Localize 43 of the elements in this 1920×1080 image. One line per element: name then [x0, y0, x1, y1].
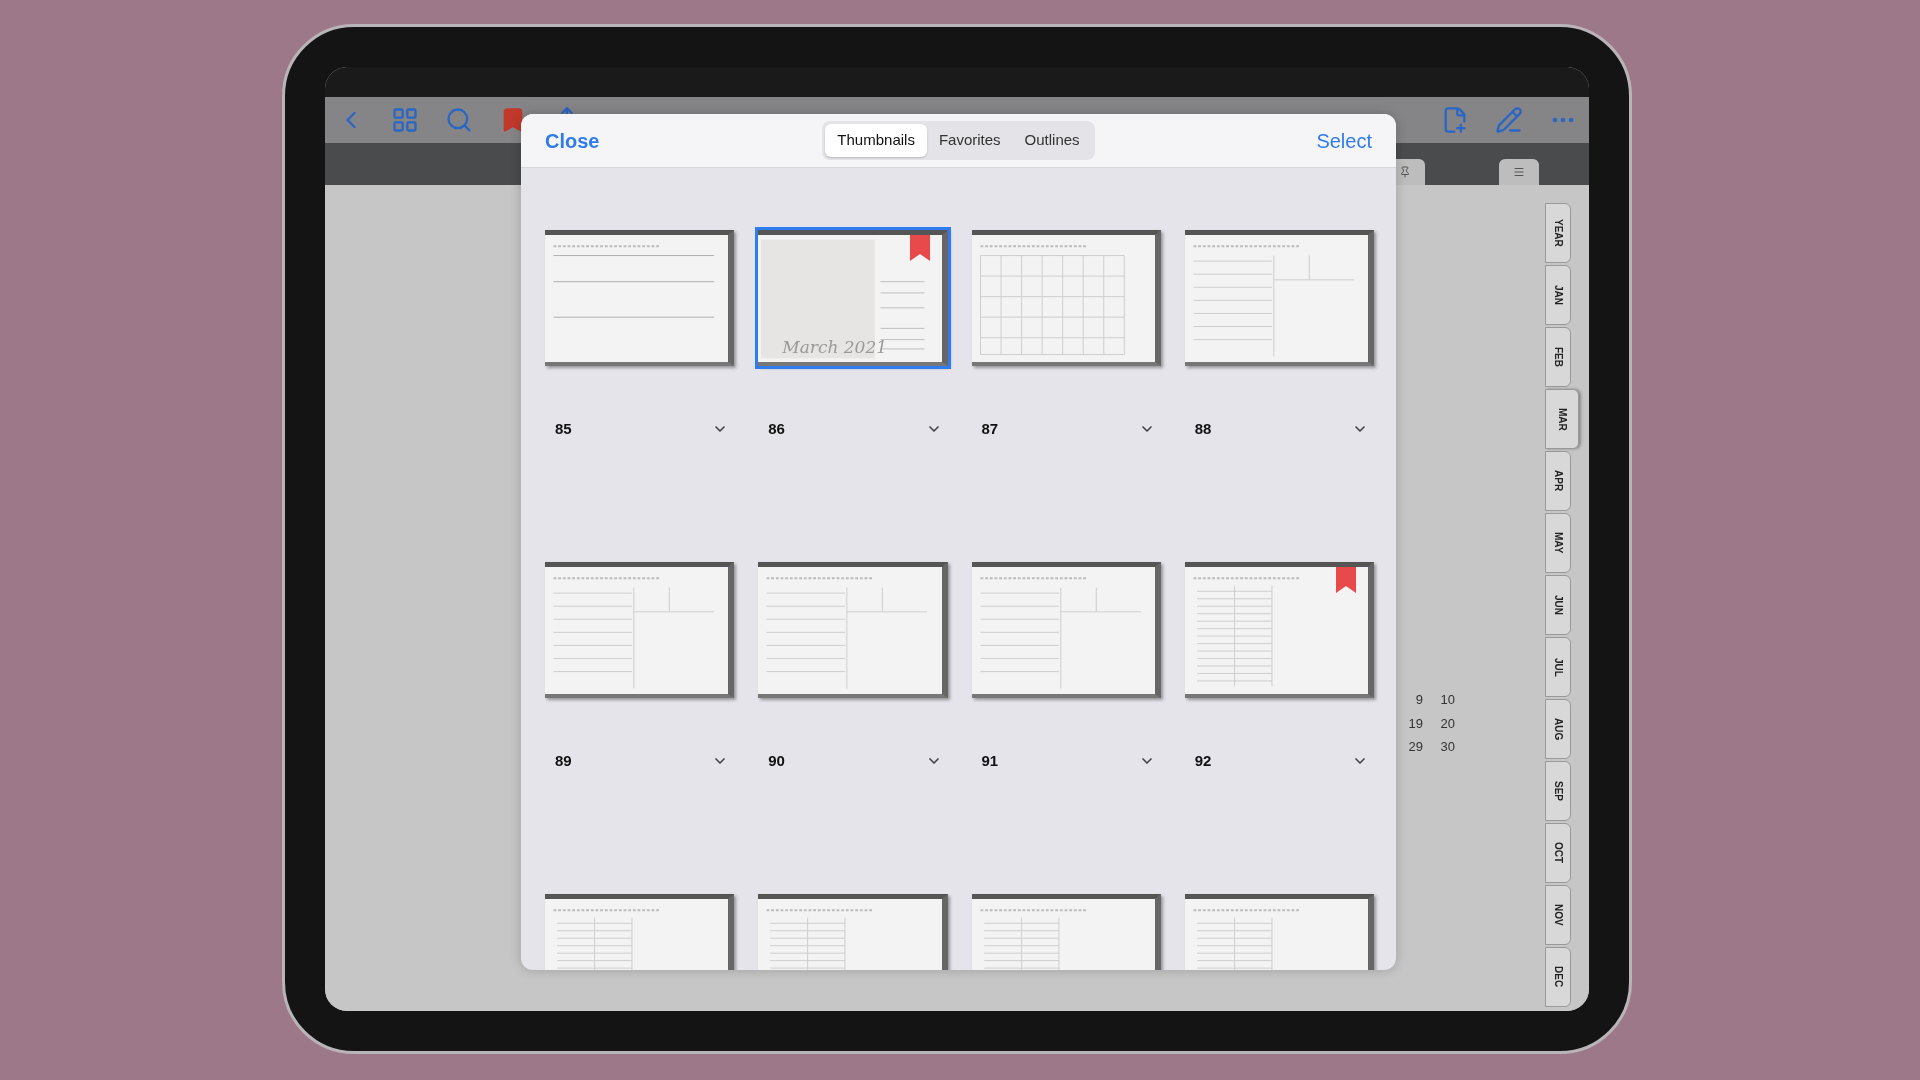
page-number: 85	[555, 419, 572, 439]
page-thumbnail[interactable]	[1184, 562, 1374, 698]
month-tab[interactable]: MAY	[1545, 513, 1571, 573]
month-tab[interactable]: DEC	[1545, 947, 1571, 1007]
page-thumbnail[interactable]	[545, 230, 735, 366]
calendar-day: 19	[1405, 713, 1423, 733]
month-tab[interactable]: MAR	[1545, 389, 1579, 449]
page-number: 89	[555, 751, 572, 771]
month-tab[interactable]: FEB	[1545, 327, 1571, 387]
month-tab[interactable]: JAN	[1545, 265, 1571, 325]
page-number: 91	[981, 751, 999, 771]
page-number: 90	[768, 751, 785, 771]
calendar-day: 30	[1437, 737, 1455, 757]
month-tab[interactable]: SEP	[1545, 761, 1571, 821]
segment-tab[interactable]: Favorites	[926, 124, 1013, 157]
page-number: 92	[1194, 751, 1212, 771]
month-tab[interactable]: JUL	[1545, 637, 1571, 697]
page-number: 86	[768, 419, 785, 439]
page-number: 88	[1194, 419, 1212, 439]
select-button[interactable]: Select	[1252, 125, 1372, 156]
month-tab[interactable]: APR	[1545, 451, 1571, 511]
calendar-day: 9	[1405, 690, 1423, 710]
segment-tab[interactable]: Outlines	[1012, 124, 1092, 157]
month-tab[interactable]: AUG	[1545, 699, 1571, 759]
month-tab[interactable]: YEAR	[1545, 203, 1571, 263]
calendar-day: 29	[1405, 737, 1423, 757]
month-tab[interactable]: JUN	[1545, 575, 1571, 635]
page-thumbnail[interactable]	[971, 562, 1161, 698]
close-button[interactable]: Close	[545, 125, 665, 156]
page-thumbnail[interactable]	[545, 562, 735, 698]
segment-tab[interactable]: Thumbnails	[825, 124, 927, 157]
menu-icon	[1513, 166, 1525, 178]
page-tab[interactable]	[1499, 159, 1539, 185]
month-tab[interactable]: NOV	[1545, 885, 1571, 945]
page-thumbnail[interactable]	[758, 562, 948, 698]
calendar-day: 20	[1437, 713, 1455, 733]
calendar-day: 10	[1437, 690, 1455, 710]
page-number: 87	[981, 419, 999, 439]
cover-title: March 2021	[782, 339, 888, 356]
page-thumbnail[interactable]	[971, 230, 1161, 366]
pin-icon	[1399, 166, 1411, 178]
month-tab[interactable]: OCT	[1545, 823, 1571, 883]
page-thumbnail[interactable]	[1184, 230, 1374, 366]
